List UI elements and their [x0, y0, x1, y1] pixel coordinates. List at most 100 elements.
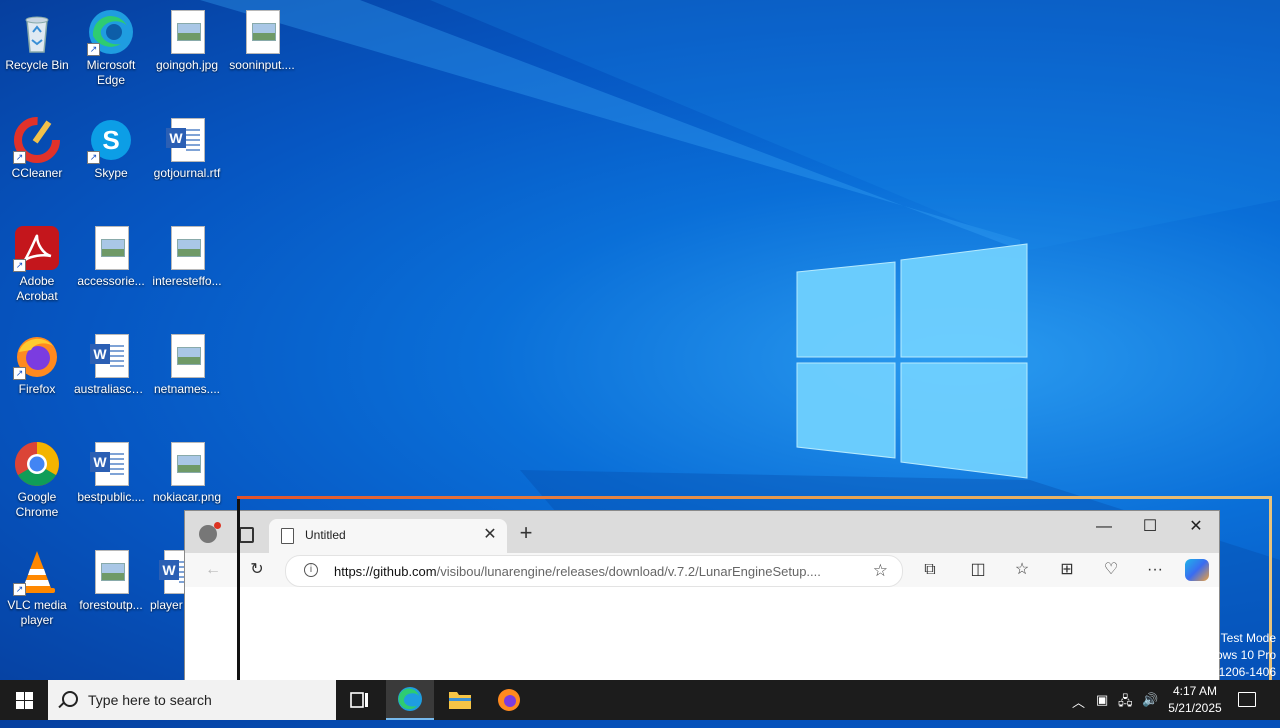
- word-document-icon: W: [163, 116, 211, 164]
- desktop-icon-netnames[interactable]: netnames....: [150, 332, 224, 397]
- edge-icon: [398, 687, 422, 711]
- icon-label: netnames....: [153, 382, 221, 396]
- clock-date: 5/21/2025: [1168, 701, 1222, 715]
- desktop-icon-adobe-acrobat[interactable]: ↗ Adobe Acrobat: [0, 224, 74, 304]
- desktop-icon-accessories[interactable]: accessorie...: [74, 224, 148, 289]
- image-file-icon: [87, 548, 135, 596]
- show-hidden-icons-chevron-icon[interactable]: ︿: [1072, 692, 1085, 711]
- taskbar-edge[interactable]: [386, 680, 434, 720]
- close-button[interactable]: ✕: [1173, 515, 1219, 539]
- network-icon[interactable]: 🖧: [1118, 692, 1133, 714]
- skype-icon: S ↗: [87, 116, 135, 164]
- icon-label: forestoutp...: [79, 598, 143, 612]
- icon-label: Firefox: [18, 382, 56, 396]
- browser-essentials-icon[interactable]: ♡: [1098, 558, 1124, 582]
- desktop-icon-australiasca[interactable]: W australiasca...: [74, 332, 148, 397]
- word-document-icon: W: [150, 548, 186, 596]
- icon-label: sooninput....: [229, 58, 295, 72]
- volume-icon[interactable]: 🔊: [1142, 692, 1158, 708]
- icon-label: Adobe Acrobat: [16, 274, 58, 303]
- more-menu-icon[interactable]: ···: [1142, 558, 1168, 582]
- taskbar-search-box[interactable]: Type here to search: [48, 680, 336, 720]
- back-button[interactable]: ←: [200, 558, 226, 582]
- desktop-icon-nokiacar[interactable]: nokiacar.png: [150, 440, 224, 505]
- icon-label: accessorie...: [77, 274, 145, 288]
- play-logo-icon: [1110, 612, 1160, 668]
- desktop-icon-sooninput[interactable]: sooninput....: [225, 8, 299, 73]
- desktop-icon-forestoutp[interactable]: forestoutp...: [74, 548, 148, 613]
- desktop-icon-vlc[interactable]: ↗ VLC media player: [0, 548, 74, 628]
- shortcut-arrow-icon: ↗: [87, 43, 100, 56]
- icon-label: gotjournal.rtf: [153, 166, 221, 180]
- desktop-icon-player[interactable]: W player: [150, 548, 186, 613]
- image-file-icon: [163, 332, 211, 380]
- taskbar-firefox[interactable]: [485, 680, 533, 720]
- chrome-icon: [13, 440, 61, 488]
- desktop-icon-google-chrome[interactable]: Google Chrome: [0, 440, 74, 520]
- icon-label: Google Chrome: [15, 490, 59, 519]
- notification-center-icon[interactable]: [1238, 692, 1256, 707]
- desktop-icon-firefox[interactable]: ↗ Firefox: [0, 332, 74, 397]
- desktop-icon-bestpublic[interactable]: W bestpublic....: [74, 440, 148, 505]
- firefox-icon: [498, 689, 520, 711]
- task-view-button[interactable]: [336, 680, 384, 720]
- page-icon: [281, 528, 294, 544]
- icon-label: bestpublic....: [77, 490, 145, 504]
- browser-toolbar: ← ↻ i https://github.com/visibou/lunaren…: [185, 553, 1219, 587]
- refresh-button[interactable]: ↻: [244, 558, 270, 582]
- capture-frame-top: [237, 496, 1272, 499]
- icon-label: Recycle Bin: [5, 58, 69, 72]
- shortcut-arrow-icon: ↗: [13, 151, 26, 164]
- firefox-icon: ↗: [13, 332, 61, 380]
- desktop-icon-gotjournal[interactable]: W gotjournal.rtf: [150, 116, 224, 181]
- collections-icon[interactable]: ⊞: [1054, 558, 1080, 582]
- desktop-icon-ccleaner[interactable]: ↗ CCleaner: [0, 116, 74, 181]
- image-file-icon: [163, 224, 211, 272]
- device-icon[interactable]: ▣: [1096, 692, 1108, 708]
- start-button[interactable]: [0, 680, 48, 720]
- address-bar[interactable]: i https://github.com/visibou/lunarengine…: [285, 555, 903, 587]
- shortcut-arrow-icon: ↗: [13, 367, 26, 380]
- ccleaner-icon: ↗: [13, 116, 61, 164]
- desktop-icon-interesteffo[interactable]: interesteffo...: [150, 224, 224, 289]
- taskbar-clock[interactable]: 4:17 AM 5/21/2025: [1160, 683, 1230, 717]
- task-view-icon: [350, 692, 368, 708]
- maximize-button[interactable]: ☐: [1127, 515, 1173, 539]
- shortcut-arrow-icon: ↗: [13, 259, 26, 272]
- edge-icon: ↗: [87, 8, 135, 56]
- desktop-icon-skype[interactable]: S ↗ Skype: [74, 116, 148, 181]
- desktop-icon-recycle-bin[interactable]: Recycle Bin: [0, 8, 74, 73]
- taskbar-file-explorer[interactable]: [436, 680, 484, 720]
- folder-icon: [449, 692, 471, 709]
- split-screen-icon[interactable]: ◫: [965, 558, 991, 582]
- copilot-icon[interactable]: [1185, 559, 1209, 581]
- icon-label: CCleaner: [11, 166, 63, 180]
- image-file-icon: [163, 8, 211, 56]
- search-icon: [62, 691, 78, 707]
- svg-text:S: S: [102, 125, 119, 155]
- tab-close-icon[interactable]: ✕: [481, 526, 499, 544]
- tab-title: Untitled: [305, 528, 346, 542]
- tab-untitled[interactable]: Untitled ✕: [269, 519, 507, 553]
- clock-time: 4:17 AM: [1172, 684, 1218, 698]
- taskbar: Type here to search ︿ ▣ 🖧 🔊 4:17 AM 5/21…: [0, 680, 1280, 720]
- desktop-icon-goingoh[interactable]: goingoh.jpg: [150, 8, 224, 73]
- desktop-icon-edge[interactable]: ↗ Microsoft Edge: [74, 8, 148, 88]
- icon-label: interesteffo...: [152, 274, 222, 288]
- site-info-icon[interactable]: i: [304, 563, 318, 577]
- test-mode-text: Test Mode ows 10 Pro 91206-1406: [1211, 631, 1276, 679]
- minimize-button[interactable]: —: [1081, 515, 1127, 539]
- profile-avatar-icon[interactable]: [199, 522, 221, 543]
- extensions-icon[interactable]: ⧉: [917, 558, 943, 582]
- icon-label: australiasca...: [74, 382, 148, 396]
- tab-actions-icon[interactable]: [239, 527, 254, 543]
- new-tab-button[interactable]: +: [515, 522, 537, 545]
- icon-label: VLC media player: [7, 598, 67, 627]
- acrobat-icon: ↗: [13, 224, 61, 272]
- favorites-icon[interactable]: ☆: [1009, 558, 1035, 582]
- windows-start-icon: [16, 692, 24, 700]
- icon-label: nokiacar.png: [152, 490, 222, 504]
- favorite-star-icon[interactable]: ☆: [873, 561, 888, 581]
- search-placeholder: Type here to search: [88, 692, 212, 708]
- icon-label: player: [150, 598, 183, 612]
